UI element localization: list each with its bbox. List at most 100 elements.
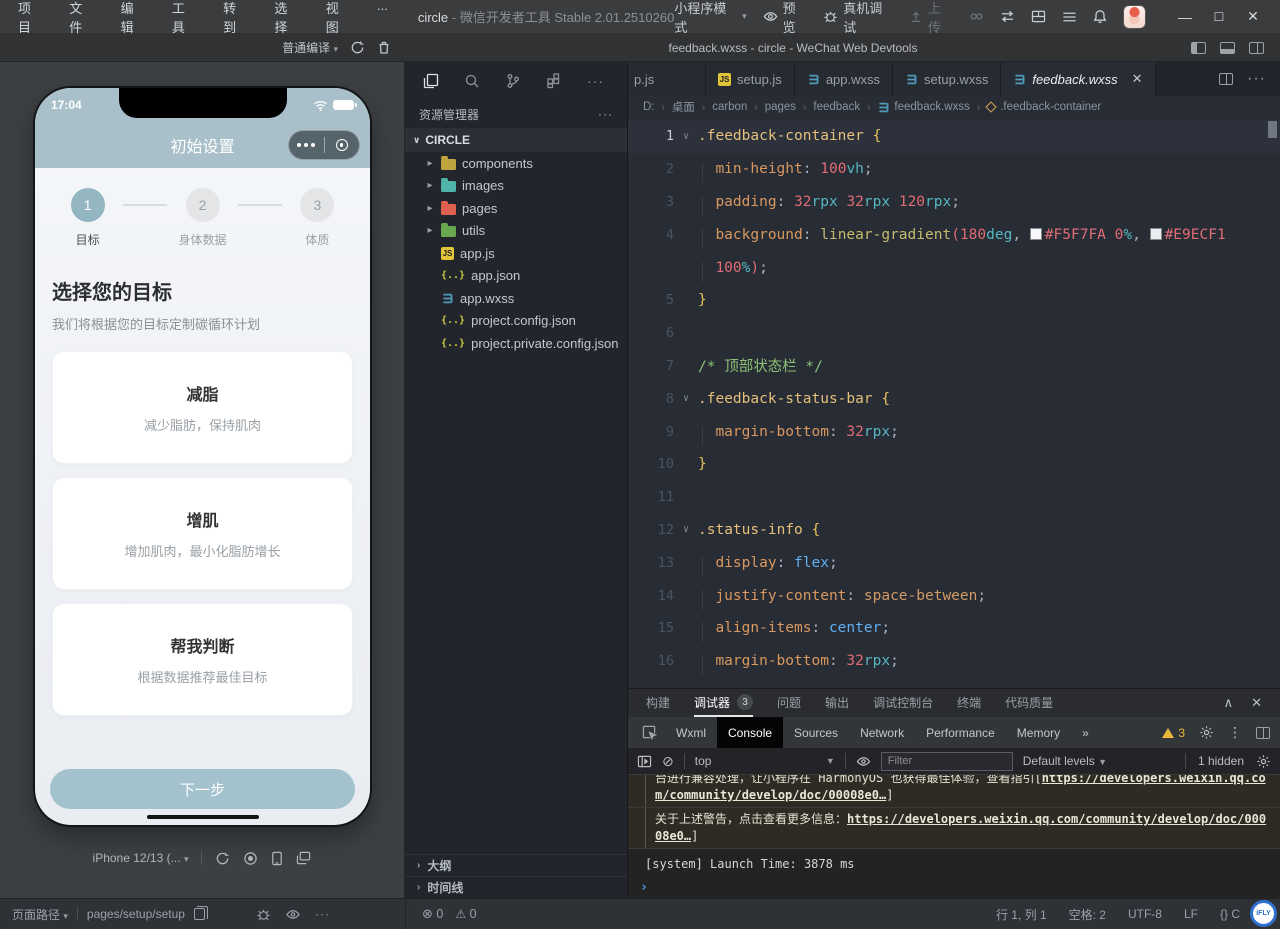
refresh-icon[interactable] <box>350 40 365 55</box>
device-select[interactable]: iPhone 12/13 (... ▾ <box>93 851 189 865</box>
link-icon[interactable] <box>969 9 984 24</box>
indentation[interactable]: 空格: 2 <box>1069 906 1106 923</box>
tree-item-project.private.config.json[interactable]: {..}project.private.config.json <box>405 332 627 355</box>
cursor-position[interactable]: 行 1, 列 1 <box>996 906 1047 923</box>
editor-tab-setup.wxss[interactable]: setup.wxss <box>893 62 1001 96</box>
console-settings-gear-icon[interactable] <box>1256 754 1271 769</box>
next-step-button[interactable]: 下一步 <box>50 769 355 809</box>
tree-item-utils[interactable]: ▸utils <box>405 220 627 243</box>
menu-item[interactable]: 视图 <box>318 0 359 39</box>
color-swatch[interactable] <box>1030 228 1042 240</box>
editor-tab-p.js[interactable]: p.js <box>628 62 706 96</box>
more-icon[interactable] <box>289 143 324 147</box>
menu-item[interactable]: 项目 <box>10 0 51 39</box>
more-icon[interactable]: ··· <box>315 907 330 921</box>
log-levels-select[interactable]: Default levels ▼ <box>1023 754 1107 768</box>
eol-type[interactable]: LF <box>1184 907 1198 921</box>
editor-tab-app.wxss[interactable]: app.wxss <box>795 62 893 96</box>
search-icon[interactable] <box>464 73 480 89</box>
explorer-more-icon[interactable]: ··· <box>598 107 613 121</box>
tree-item-components[interactable]: ▸components <box>405 152 627 175</box>
show-sidebar-icon[interactable] <box>637 755 652 768</box>
timeline-section[interactable]: ›时间线 <box>405 876 627 898</box>
devtools-tab-network[interactable]: Network <box>849 717 915 748</box>
filter-input[interactable] <box>881 752 1013 771</box>
close-panel-icon[interactable]: ✕ <box>1251 695 1262 711</box>
hamburger-icon[interactable] <box>1062 11 1077 23</box>
breadcrumb-item[interactable]: pages <box>765 101 796 113</box>
breadcrumb-item[interactable]: feedback.wxss <box>877 101 969 114</box>
debug-tab-调试控制台[interactable]: 调试控制台 <box>873 689 933 717</box>
more-actions-icon[interactable]: ··· <box>1247 70 1266 88</box>
breadcrumb-item[interactable]: carbon <box>712 101 747 113</box>
files-icon[interactable] <box>423 73 439 89</box>
menu-item[interactable]: 编辑 <box>113 0 154 39</box>
source-control-icon[interactable] <box>505 73 521 89</box>
tree-root[interactable]: ∨ CIRCLE <box>405 128 627 152</box>
toggle-left-panel-icon[interactable] <box>1191 42 1206 54</box>
remote-debug-button[interactable]: 真机调试 <box>823 0 893 36</box>
goal-card[interactable]: 帮我判断根据数据推荐最佳目标 <box>52 603 353 716</box>
breadcrumb-item[interactable]: 桌面 <box>672 99 695 115</box>
context-select[interactable]: top▼ <box>695 754 835 768</box>
hidden-count[interactable]: 1 hidden <box>1198 754 1244 768</box>
copy-icon[interactable] <box>194 908 205 920</box>
bell-icon[interactable] <box>1093 9 1107 24</box>
fold-arrow-icon[interactable]: ∨ <box>674 131 698 142</box>
code-editor[interactable]: 1∨.feedback-container {2min-height: 100v… <box>628 118 1280 688</box>
more-tabs-icon[interactable]: » <box>1071 717 1100 748</box>
menu-item[interactable]: 文件 <box>61 0 102 39</box>
debug-tab-代码质量[interactable]: 代码质量 <box>1005 689 1053 717</box>
multi-window-icon[interactable] <box>296 851 311 865</box>
close-icon[interactable]: ✕ <box>1132 71 1143 87</box>
goal-card[interactable]: 增肌增加肌肉，最小化脂肪增长 <box>52 477 353 590</box>
fold-arrow-icon[interactable]: ∨ <box>674 393 698 404</box>
compile-mode-select[interactable]: 普通编译 ▾ <box>282 39 338 56</box>
record-icon[interactable] <box>243 851 258 866</box>
toggle-right-panel-icon[interactable] <box>1249 42 1264 54</box>
menu-item[interactable]: 选择 <box>266 0 307 39</box>
goal-card[interactable]: 减脂减少脂肪，保持肌肉 <box>52 351 353 464</box>
preview-button[interactable]: 预览 <box>763 0 808 36</box>
split-editor-icon[interactable] <box>1219 73 1233 85</box>
devtools-tab-memory[interactable]: Memory <box>1006 717 1071 748</box>
kebab-menu-icon[interactable]: ⋮ <box>1228 724 1242 741</box>
tree-item-app.json[interactable]: {..}app.json <box>405 265 627 288</box>
debug-icon[interactable] <box>256 907 271 922</box>
upload-button[interactable]: 上传 <box>909 0 953 36</box>
avatar[interactable] <box>1123 5 1146 29</box>
debug-tab-问题[interactable]: 问题 <box>777 689 801 717</box>
eye-icon[interactable] <box>856 755 871 768</box>
minimize-button[interactable]: — <box>1168 9 1202 25</box>
breadcrumb-item[interactable]: D: <box>643 101 655 113</box>
devtools-tab-console[interactable]: Console <box>717 717 783 748</box>
clear-console-icon[interactable]: ⊘ <box>662 753 674 770</box>
restart-icon[interactable] <box>215 851 230 866</box>
devtools-tab-sources[interactable]: Sources <box>783 717 849 748</box>
maximize-button[interactable]: ☐ <box>1202 10 1236 24</box>
editor-tab-feedback.wxss[interactable]: feedback.wxss✕ <box>1001 62 1155 96</box>
encoding[interactable]: UTF-8 <box>1128 907 1162 921</box>
outline-section[interactable]: ›大纲 <box>405 854 627 876</box>
breadcrumb-item[interactable]: .feedback-container <box>987 101 1101 113</box>
devtools-tab-performance[interactable]: Performance <box>915 717 1006 748</box>
console-output[interactable]: 台进行兼容处理，让小程序在 HarmonyOS 也获得最佳体验，查看指引[htt… <box>628 775 1280 898</box>
eye-icon[interactable] <box>285 908 301 921</box>
tree-item-project.config.json[interactable]: {..}project.config.json <box>405 310 627 333</box>
language-mode[interactable]: {} C <box>1220 907 1240 921</box>
tree-item-images[interactable]: ▸images <box>405 175 627 198</box>
menu-item[interactable]: ... <box>369 0 396 39</box>
error-count[interactable]: ⊗ 0 <box>422 906 443 922</box>
dock-side-icon[interactable] <box>1256 727 1270 739</box>
toggle-bottom-panel-icon[interactable] <box>1220 42 1235 54</box>
mode-select[interactable]: 小程序模式▾ <box>674 0 746 36</box>
more-icon[interactable]: ··· <box>587 73 604 89</box>
extensions-icon[interactable] <box>546 73 562 89</box>
breadcrumb-item[interactable]: feedback <box>813 101 860 113</box>
debug-tab-调试器[interactable]: 调试器3 <box>694 689 753 717</box>
warning-count[interactable]: ⚠ 0 <box>455 907 476 921</box>
tree-item-app.js[interactable]: JSapp.js <box>405 242 627 265</box>
menu-item[interactable]: 转到 <box>215 0 256 39</box>
debug-tab-输出[interactable]: 输出 <box>825 689 849 717</box>
scrollbar-thumb[interactable] <box>1268 121 1277 138</box>
